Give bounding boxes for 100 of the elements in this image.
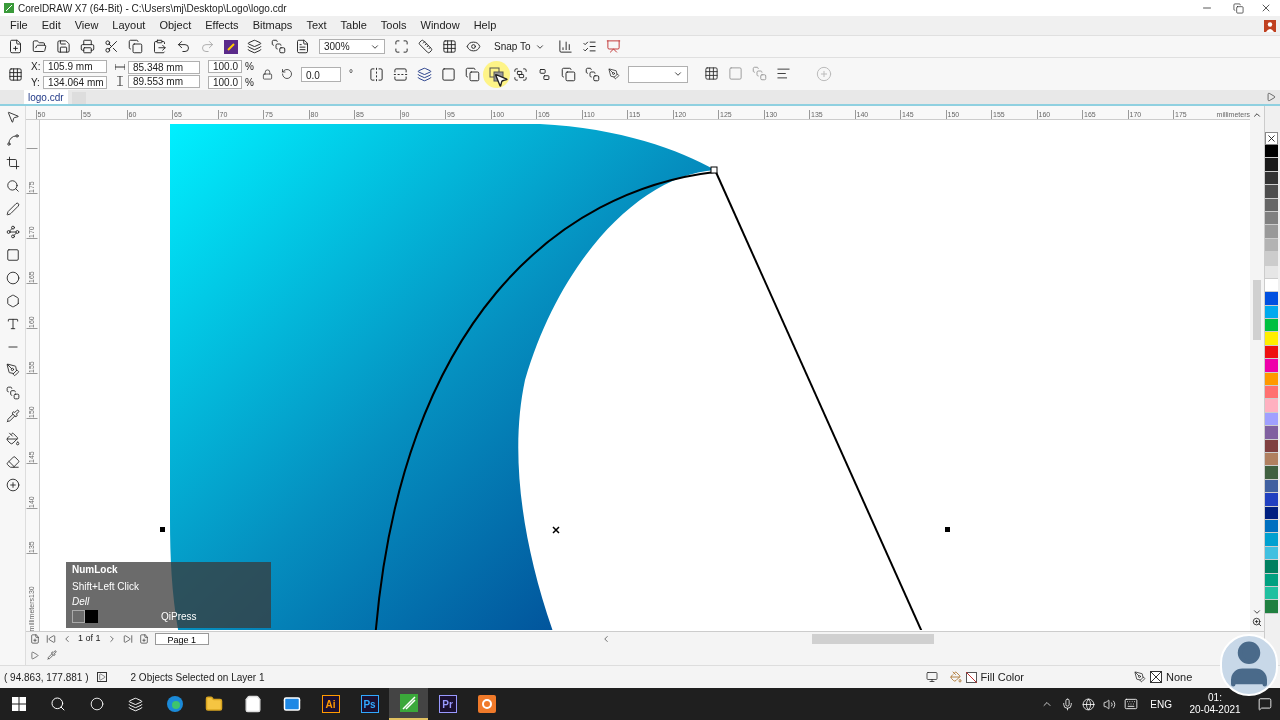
color-swatch[interactable] <box>1265 332 1278 346</box>
save-icon[interactable] <box>56 39 71 54</box>
taskbar-app[interactable]: Ps <box>350 688 389 720</box>
play-icon[interactable] <box>30 650 39 660</box>
windows-start-icon[interactable] <box>12 697 26 711</box>
document-tab[interactable]: logo.cdr <box>24 90 68 104</box>
snap-to-button[interactable]: Snap To <box>490 39 549 54</box>
keyboard-icon[interactable] <box>1124 697 1139 711</box>
front-minus-back-icon[interactable] <box>536 66 552 82</box>
eyedropper-icon[interactable] <box>47 650 57 660</box>
width-field[interactable]: 85.348 mm <box>128 60 200 74</box>
back-minus-front-icon[interactable] <box>560 66 576 82</box>
notifications-icon[interactable] <box>1258 697 1272 711</box>
vertical-scrollbar-thumb[interactable] <box>1253 280 1261 340</box>
scale-y-field[interactable]: 100.0 <box>208 75 242 89</box>
language-indicator[interactable]: ENG <box>1150 696 1172 712</box>
search-icon[interactable] <box>50 696 66 712</box>
volume-icon[interactable] <box>1103 697 1117 711</box>
zoom-icon[interactable] <box>1252 617 1262 627</box>
import-icon[interactable] <box>247 39 262 54</box>
color-swatch[interactable] <box>1265 185 1278 199</box>
restore-icon[interactable] <box>1233 2 1244 14</box>
chart-icon[interactable] <box>557 39 573 54</box>
selection-icon[interactable] <box>703 66 719 81</box>
text-tool-icon[interactable] <box>5 317 20 331</box>
color-swatch[interactable] <box>1265 145 1278 159</box>
polygon-tool-icon[interactable] <box>5 294 20 308</box>
color-swatch[interactable] <box>1265 426 1278 440</box>
cortana-icon[interactable] <box>90 697 104 711</box>
rotation-field[interactable]: 0.0 <box>300 66 341 82</box>
weld-icon[interactable] <box>440 66 456 82</box>
task-view-icon[interactable] <box>128 696 143 712</box>
outline-pen-icon[interactable] <box>607 68 620 80</box>
smart-fill-icon[interactable] <box>5 455 20 469</box>
undo-icon[interactable] <box>176 39 191 54</box>
y-position-field[interactable]: 134.064 mm <box>43 75 107 89</box>
add-tool-icon[interactable] <box>5 478 20 492</box>
trim-icon[interactable] <box>464 66 480 82</box>
last-page-icon[interactable] <box>122 633 133 644</box>
color-swatch[interactable] <box>1265 600 1278 614</box>
close-icon[interactable] <box>1260 2 1272 14</box>
height-field[interactable]: 89.553 mm <box>128 74 200 88</box>
caret-icon[interactable] <box>672 69 683 79</box>
horizontal-scrollbar-thumb[interactable] <box>812 633 935 644</box>
new-document-icon[interactable] <box>8 39 23 54</box>
center-marker[interactable] <box>552 526 560 534</box>
print-icon[interactable] <box>80 39 95 54</box>
color-swatch[interactable] <box>1265 252 1278 266</box>
crop-tool-icon[interactable] <box>5 156 20 170</box>
color-swatch[interactable] <box>1265 319 1278 333</box>
previous-page-icon[interactable] <box>62 633 72 644</box>
scroll-down-icon[interactable] <box>1252 607 1262 617</box>
page-tab[interactable]: Page 1 <box>154 632 210 645</box>
fill-tool-icon[interactable] <box>5 432 20 446</box>
align-icon[interactable] <box>775 66 791 81</box>
color-swatch[interactable] <box>1265 493 1278 507</box>
full-screen-icon[interactable] <box>394 39 409 54</box>
menu-item[interactable]: View <box>68 17 105 34</box>
no-color-swatch[interactable] <box>1265 132 1278 145</box>
guidelines-icon[interactable] <box>466 39 481 54</box>
pen-tool-icon[interactable] <box>5 202 20 216</box>
clock-date[interactable]: 20-04-2021 <box>1189 704 1241 716</box>
color-proof-icon[interactable] <box>925 671 938 683</box>
network-icon[interactable] <box>1082 697 1096 711</box>
rulers-icon[interactable] <box>418 39 433 54</box>
color-swatch[interactable] <box>1265 560 1278 574</box>
fill-icon[interactable] <box>949 671 962 683</box>
scroll-up-icon[interactable] <box>1252 110 1262 120</box>
zoom-dropdown[interactable]: 300% <box>319 39 385 54</box>
menu-item[interactable]: Table <box>334 17 373 34</box>
selection-handle[interactable] <box>160 527 165 532</box>
launch-icon[interactable] <box>605 39 621 54</box>
node-handle[interactable] <box>710 166 718 174</box>
menu-item[interactable]: Help <box>467 17 503 34</box>
color-swatch[interactable] <box>1265 466 1278 480</box>
user-icon[interactable] <box>1264 19 1276 32</box>
options-icon[interactable] <box>581 39 597 54</box>
menu-item[interactable]: Effects <box>199 17 245 34</box>
shape-tool-icon[interactable] <box>5 133 20 147</box>
menu-item[interactable]: Bitmaps <box>246 17 299 34</box>
taskbar-app[interactable]: Pr <box>428 688 467 720</box>
outline-pen-icon[interactable] <box>1134 671 1146 683</box>
menu-item[interactable]: Window <box>414 17 466 34</box>
color-swatch[interactable] <box>1265 225 1278 239</box>
rectangle-tool-icon[interactable] <box>5 248 20 262</box>
menu-item[interactable]: Text <box>300 17 333 34</box>
color-swatch[interactable] <box>1265 359 1278 373</box>
copy-icon[interactable] <box>128 39 143 54</box>
grid-icon[interactable] <box>442 39 457 54</box>
object-origin-icon[interactable] <box>8 66 23 82</box>
scale-x-field[interactable]: 100.0 <box>208 59 242 73</box>
app-launcher-icon[interactable] <box>224 39 238 54</box>
mirror-horizontal-icon[interactable] <box>368 66 384 82</box>
selection-handle[interactable] <box>945 527 950 532</box>
taskbar-app[interactable] <box>389 688 428 720</box>
arrange-icon[interactable] <box>416 66 432 82</box>
open-icon[interactable] <box>32 39 47 54</box>
pdf-icon[interactable] <box>295 39 310 54</box>
color-swatch[interactable] <box>1265 386 1278 400</box>
simplify-icon[interactable] <box>512 66 528 82</box>
